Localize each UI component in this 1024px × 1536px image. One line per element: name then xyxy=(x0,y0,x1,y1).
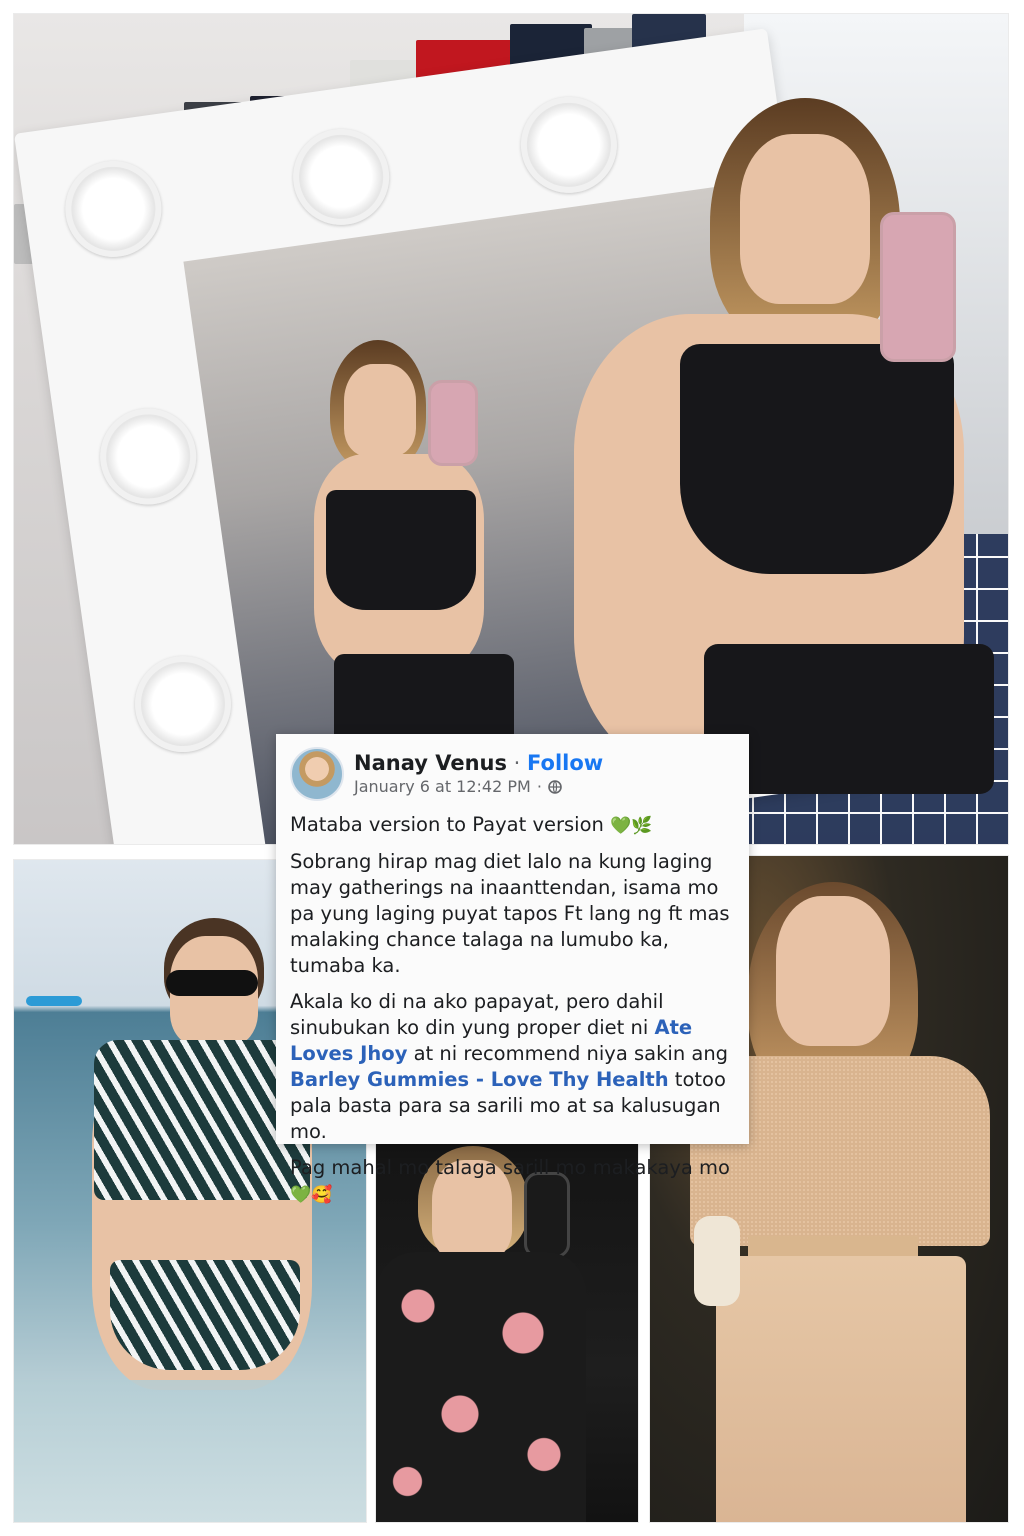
mirror-phone xyxy=(428,380,478,466)
mirror-bulb xyxy=(128,649,238,759)
meta-separator: · xyxy=(536,777,542,796)
name-separator: · xyxy=(513,751,521,775)
post-paragraph-2: Akala ko di na ako papayat, pero dahil s… xyxy=(290,989,733,1145)
mirror-figure-top xyxy=(326,490,476,610)
gown-skirt xyxy=(716,1256,966,1522)
follow-button[interactable]: Follow xyxy=(527,751,603,775)
post-timestamp[interactable]: January 6 at 12:42 PM xyxy=(354,776,531,798)
globe-icon[interactable] xyxy=(548,780,562,794)
photo-mirror-selfie xyxy=(14,14,1008,844)
post-header-text: Nanay Venus · Follow January 6 at 12:42 … xyxy=(354,750,603,798)
floral-dress xyxy=(376,1252,586,1522)
mirror-figure-face xyxy=(344,364,416,456)
sunglasses-icon xyxy=(166,970,258,996)
mirror-bulb xyxy=(93,402,203,511)
figure-face xyxy=(740,134,870,304)
post-header: Nanay Venus · Follow January 6 at 12:42 … xyxy=(290,746,733,802)
mirror-bulb xyxy=(286,122,396,232)
gown-figure-face xyxy=(776,896,890,1046)
post-meta: January 6 at 12:42 PM · xyxy=(354,776,603,798)
handbag xyxy=(694,1216,740,1306)
p2-text-2: at ni recommend niya sakin ang xyxy=(407,1042,729,1065)
mirror-bulb xyxy=(59,154,168,264)
post-closing: Pag mahal mo talaga sarill mo makakaya m… xyxy=(290,1156,730,1179)
mirror-bulb xyxy=(514,90,624,200)
post-closing-line: Pag mahal mo talaga sarill mo makakaya m… xyxy=(290,1155,733,1208)
kayak xyxy=(26,996,82,1006)
author-row: Nanay Venus · Follow xyxy=(354,750,603,776)
facebook-post-card: Nanay Venus · Follow January 6 at 12:42 … xyxy=(276,734,749,1205)
post-title: Mataba version to Payat version xyxy=(290,813,604,836)
avatar[interactable] xyxy=(290,747,344,801)
figure-bikini-top xyxy=(680,344,954,574)
figure-phone xyxy=(880,212,956,362)
gown-belt xyxy=(748,1236,918,1258)
water-surface xyxy=(14,1380,366,1522)
post-body: Mataba version to Payat version 💚🌿 Sobra… xyxy=(290,812,733,1208)
post-paragraph-1: Sobrang hirap mag diet lalo na kung lagi… xyxy=(290,850,730,977)
p2-text-1: Akala ko di na ako papayat, pero dahil s… xyxy=(290,990,664,1039)
closing-emoji: 💚🥰 xyxy=(290,1185,333,1205)
title-emoji: 💚🌿 xyxy=(610,816,653,836)
mention-barley-gummies[interactable]: Barley Gummies - Love Thy Health xyxy=(290,1068,669,1091)
post-title-line: Mataba version to Payat version 💚🌿 xyxy=(290,812,733,839)
zebra-bottom xyxy=(110,1260,300,1370)
author-name[interactable]: Nanay Venus xyxy=(354,751,507,775)
